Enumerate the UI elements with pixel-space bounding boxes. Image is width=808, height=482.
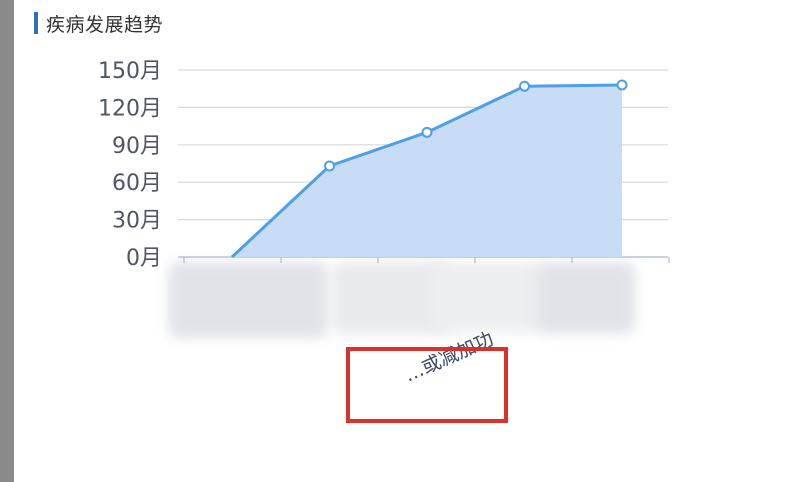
- y-tick-label: 30月: [112, 209, 162, 234]
- data-point: [519, 80, 530, 92]
- y-tick-label: 120月: [98, 96, 162, 121]
- data-point: [616, 79, 628, 91]
- y-tick-label: 150月: [98, 59, 162, 84]
- x-axis: [178, 256, 670, 263]
- highlight-annotation-box: [346, 347, 508, 423]
- y-tick-label: 90月: [112, 134, 162, 159]
- y-tick-label: 0月: [126, 246, 162, 271]
- y-tick-label: 60月: [112, 171, 162, 196]
- data-point: [421, 126, 433, 138]
- data-point: [324, 160, 335, 172]
- area-fill: [232, 84, 622, 258]
- y-axis-ticks: 0月 30月 60月 90月 120月 150月: [98, 59, 162, 271]
- area-shape: [232, 84, 622, 258]
